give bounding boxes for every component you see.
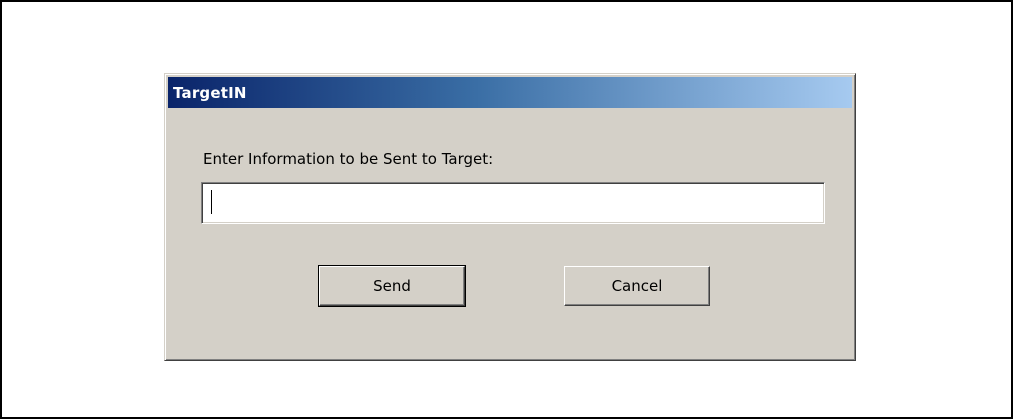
title-bar[interactable]: TargetIN: [168, 77, 852, 108]
window-title: TargetIN: [173, 83, 247, 102]
send-button[interactable]: Send: [318, 265, 466, 307]
cancel-button[interactable]: Cancel: [564, 266, 710, 306]
targetin-dialog: TargetIN Enter Information to be Sent to…: [164, 73, 856, 361]
prompt-label: Enter Information to be Sent to Target:: [203, 150, 494, 168]
text-caret: [211, 190, 212, 214]
information-input[interactable]: [201, 182, 825, 224]
